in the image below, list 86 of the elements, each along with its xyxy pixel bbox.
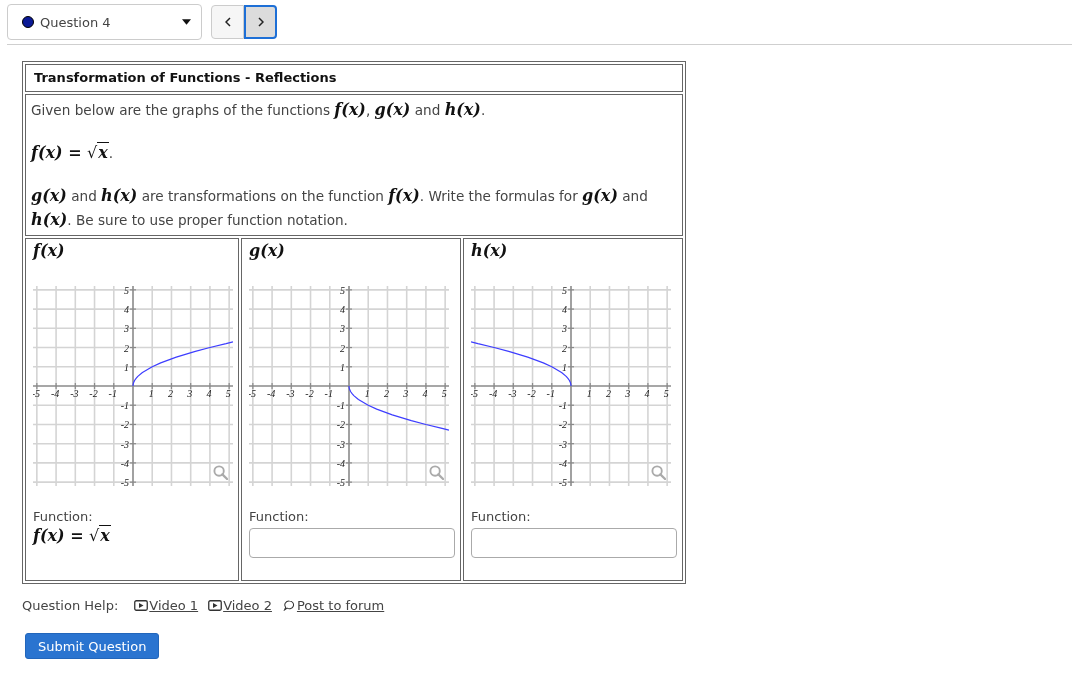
tick-label: 2: [340, 342, 345, 354]
help-label: Question Help:: [22, 598, 119, 613]
tick-label: -4: [558, 457, 567, 469]
tick-label: -1: [120, 400, 129, 412]
tick-label: -5: [336, 477, 345, 486]
answer-formula: f(x) = √x: [33, 525, 112, 547]
tick-label: 3: [403, 388, 409, 399]
tick-label: 5: [441, 388, 447, 399]
tick-label: 4: [206, 388, 212, 399]
question-text: g(x) and h(x) are transformations on the function f(x). Write the formulas for g(x) and h(x). Be sure to use proper function notation.: [31, 185, 649, 231]
tick-label: -4: [488, 388, 498, 399]
tick-label: -4: [336, 457, 345, 469]
tick-label: -1: [336, 400, 345, 412]
magnifier-icon[interactable]: [651, 465, 666, 480]
tick-label: 4: [644, 388, 650, 399]
tick-label: 4: [562, 304, 567, 316]
tick-label: -4: [120, 457, 129, 469]
tick-label: 1: [148, 388, 154, 399]
tick-label: -1: [546, 388, 555, 399]
tick-label: 2: [383, 388, 389, 399]
tick-label: -4: [266, 388, 276, 399]
answer-input[interactable]: [249, 528, 455, 558]
tick-label: 5: [225, 388, 231, 399]
graph-label: f(x): [33, 241, 65, 260]
tick-label: -2: [305, 388, 314, 399]
tick-label: -3: [336, 438, 345, 450]
tick-label: 1: [124, 361, 129, 373]
tick-label: -3: [70, 388, 79, 399]
submit-button[interactable]: Submit Question: [25, 633, 160, 659]
tick-label: 5: [124, 286, 129, 296]
question-dropdown[interactable]: Question 4: [7, 4, 202, 40]
tick-label: -2: [89, 388, 98, 399]
tick-label: -2: [527, 388, 536, 399]
video-link[interactable]: Video 1: [134, 598, 199, 613]
tick-label: -5: [120, 477, 129, 486]
caret-down-icon: [182, 19, 191, 25]
speech-bubble-icon: [281, 600, 296, 611]
tick-label: 1: [586, 388, 592, 399]
tick-label: -2: [336, 419, 345, 431]
tick-label: -1: [558, 400, 567, 412]
tick-label: 5: [562, 286, 567, 296]
tick-label: -4: [50, 388, 60, 399]
tick-label: 4: [422, 388, 428, 399]
tick-label: -2: [558, 419, 567, 431]
tick-label: 4: [124, 304, 129, 316]
tick-label: 3: [124, 323, 129, 335]
tick-label: 3: [625, 388, 631, 399]
magnifier-icon[interactable]: [429, 465, 444, 480]
tick-label: 2: [167, 388, 173, 399]
tick-label: 1: [340, 361, 345, 373]
tick-label: 3: [187, 388, 193, 399]
function-label: Function:: [249, 508, 310, 525]
video-link[interactable]: Video 2: [208, 598, 272, 613]
forum-link[interactable]: Post to forum: [281, 598, 385, 613]
status-dot-icon: [22, 16, 34, 28]
question-title: Transformation of Functions - Reflections: [25, 64, 683, 92]
graph-label: g(x): [249, 241, 285, 260]
chevron-left-icon: [224, 17, 231, 27]
answer-input[interactable]: [471, 528, 677, 558]
magnifier-icon[interactable]: [213, 465, 228, 480]
next-button[interactable]: [244, 5, 277, 39]
tick-label: -1: [108, 388, 117, 399]
tick-label: 4: [340, 304, 345, 316]
tick-label: 5: [663, 388, 669, 399]
question-formula: f(x) = √x.: [31, 141, 115, 164]
tick-label: -3: [120, 438, 129, 450]
tick-label: 3: [340, 323, 345, 335]
tick-label: -3: [286, 388, 295, 399]
tick-label: -1: [324, 388, 333, 399]
previous-button[interactable]: [211, 5, 244, 39]
graph-label: h(x): [471, 241, 508, 260]
question-text: Given below are the graphs of the functions f(x), g(x) and h(x).: [31, 99, 487, 121]
tick-label: -5: [558, 477, 567, 486]
tick-label: -3: [558, 438, 567, 450]
play-icon: [208, 600, 223, 611]
tick-label: 2: [605, 388, 611, 399]
play-icon: [134, 600, 149, 611]
tick-label: 2: [124, 342, 129, 354]
function-label: Function:: [471, 508, 532, 525]
tick-label: 5: [340, 286, 345, 296]
tick-label: -3: [508, 388, 517, 399]
tick-label: 3: [562, 323, 567, 335]
tick-label: -2: [120, 419, 129, 431]
function-label: Function:: [33, 508, 94, 525]
tick-label: 1: [364, 388, 370, 399]
chevron-right-icon: [257, 17, 264, 27]
